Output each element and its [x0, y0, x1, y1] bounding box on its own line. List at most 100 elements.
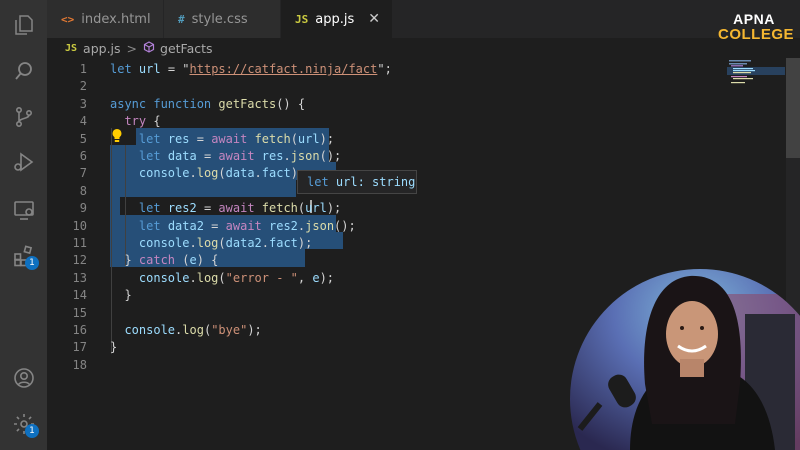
tab-app-js[interactable]: JS app.js ✕: [281, 0, 393, 38]
line-number: 2: [79, 79, 87, 94]
code-token: "bye": [211, 323, 248, 337]
code-text: }: [110, 339, 117, 356]
breadcrumb-symbol[interactable]: getFacts: [160, 41, 213, 56]
code-text: try {: [110, 113, 160, 130]
breadcrumb-file[interactable]: app.js: [83, 41, 121, 56]
code-token: );: [319, 270, 335, 285]
code-token: .: [283, 149, 291, 163]
code-token: ,: [297, 270, 313, 285]
css-file-icon: #: [178, 12, 185, 26]
code-token: console: [124, 323, 176, 337]
code-token: let: [138, 218, 161, 233]
extensions-icon[interactable]: 1: [0, 236, 47, 276]
code-text: }: [110, 287, 131, 304]
code-token: ";: [377, 62, 392, 76]
presenter-webcam: [570, 254, 800, 450]
code-line[interactable]: 1 let url = "https://catfact.ninja/fact";: [47, 61, 727, 78]
code-token: ) {: [196, 253, 219, 268]
line-number: 4: [79, 114, 87, 129]
code-text: let data = await res.json();: [110, 148, 341, 165]
code-token: );: [297, 236, 313, 250]
code-token: fetch: [261, 201, 298, 216]
code-token: await: [211, 131, 248, 146]
tooltip-text: url: string: [328, 175, 416, 189]
code-token: data2: [225, 236, 262, 250]
scrollbar-thumb[interactable]: [786, 58, 800, 158]
code-token: ();: [319, 149, 342, 163]
search-icon[interactable]: [0, 51, 47, 91]
code-token: async: [110, 96, 147, 111]
code-token: catch: [138, 253, 176, 268]
tab-index-html[interactable]: <> index.html: [47, 0, 164, 38]
minimap[interactable]: [727, 58, 785, 118]
code-token: .: [189, 236, 197, 250]
code-token: (: [218, 236, 226, 250]
code-line[interactable]: 11 console.log(data2.fact);: [47, 235, 727, 252]
code-text: } catch (e) {: [110, 252, 218, 269]
code-token: =: [203, 218, 226, 233]
line-number: 18: [72, 357, 87, 372]
line-number: 17: [72, 340, 87, 355]
line-number: 5: [79, 131, 87, 146]
tab-label: app.js: [315, 11, 355, 27]
code-line[interactable]: 2: [47, 78, 727, 95]
tab-label: style.css: [191, 11, 248, 27]
line-number: 3: [79, 96, 87, 111]
line-number: 10: [72, 218, 87, 233]
settings-gear-icon[interactable]: 1: [0, 404, 47, 444]
code-token: (: [218, 270, 226, 285]
code-token: }: [110, 253, 139, 268]
code-token: .: [254, 166, 262, 181]
code-token: let: [138, 149, 161, 163]
account-icon[interactable]: [0, 358, 47, 398]
code-token: data: [167, 149, 197, 163]
code-token: fact: [269, 236, 298, 250]
tab-style-css[interactable]: # style.css: [164, 0, 281, 38]
code-token: =: [189, 131, 212, 146]
code-token: await: [218, 201, 255, 216]
explorer-icon[interactable]: [0, 5, 47, 45]
code-token: e: [189, 253, 197, 268]
line-number: 15: [72, 305, 87, 320]
code-line[interactable]: 9 let res2 = await fetch(url);: [47, 200, 727, 217]
close-icon[interactable]: ✕: [368, 11, 380, 27]
code-token: log: [196, 236, 219, 250]
line-number: 7: [79, 166, 87, 181]
code-token: let: [138, 131, 161, 146]
code-line[interactable]: 5 let res = await fetch(url);: [47, 131, 727, 148]
code-line[interactable]: 3 async function getFacts() {: [47, 96, 727, 113]
channel-logo: APNA COLLEGE: [718, 12, 794, 43]
source-control-icon[interactable]: [0, 97, 47, 137]
code-line[interactable]: 4 try {: [47, 113, 727, 130]
code-token: );: [326, 201, 342, 216]
code-token: url: [305, 201, 327, 216]
line-number: 16: [72, 323, 87, 337]
code-text: console.log(data.fact);: [110, 165, 305, 182]
code-line[interactable]: 6 let data = await res.json();: [47, 148, 727, 165]
code-token: );: [319, 131, 335, 146]
run-debug-icon[interactable]: [0, 142, 47, 182]
code-token: let: [138, 201, 161, 216]
code-line[interactable]: 10 let data2 = await res2.json();: [47, 218, 727, 235]
code-token: () {: [276, 96, 306, 111]
code-token: (: [175, 253, 190, 268]
code-token: (: [218, 166, 226, 181]
code-token: log: [196, 270, 219, 285]
tooltip-keyword: let: [307, 175, 329, 189]
tab-label: index.html: [81, 11, 151, 27]
code-token: (: [290, 131, 298, 146]
breadcrumb: JS app.js > getFacts: [47, 38, 800, 58]
line-number: 11: [72, 236, 87, 250]
remote-explorer-icon[interactable]: [0, 190, 47, 230]
